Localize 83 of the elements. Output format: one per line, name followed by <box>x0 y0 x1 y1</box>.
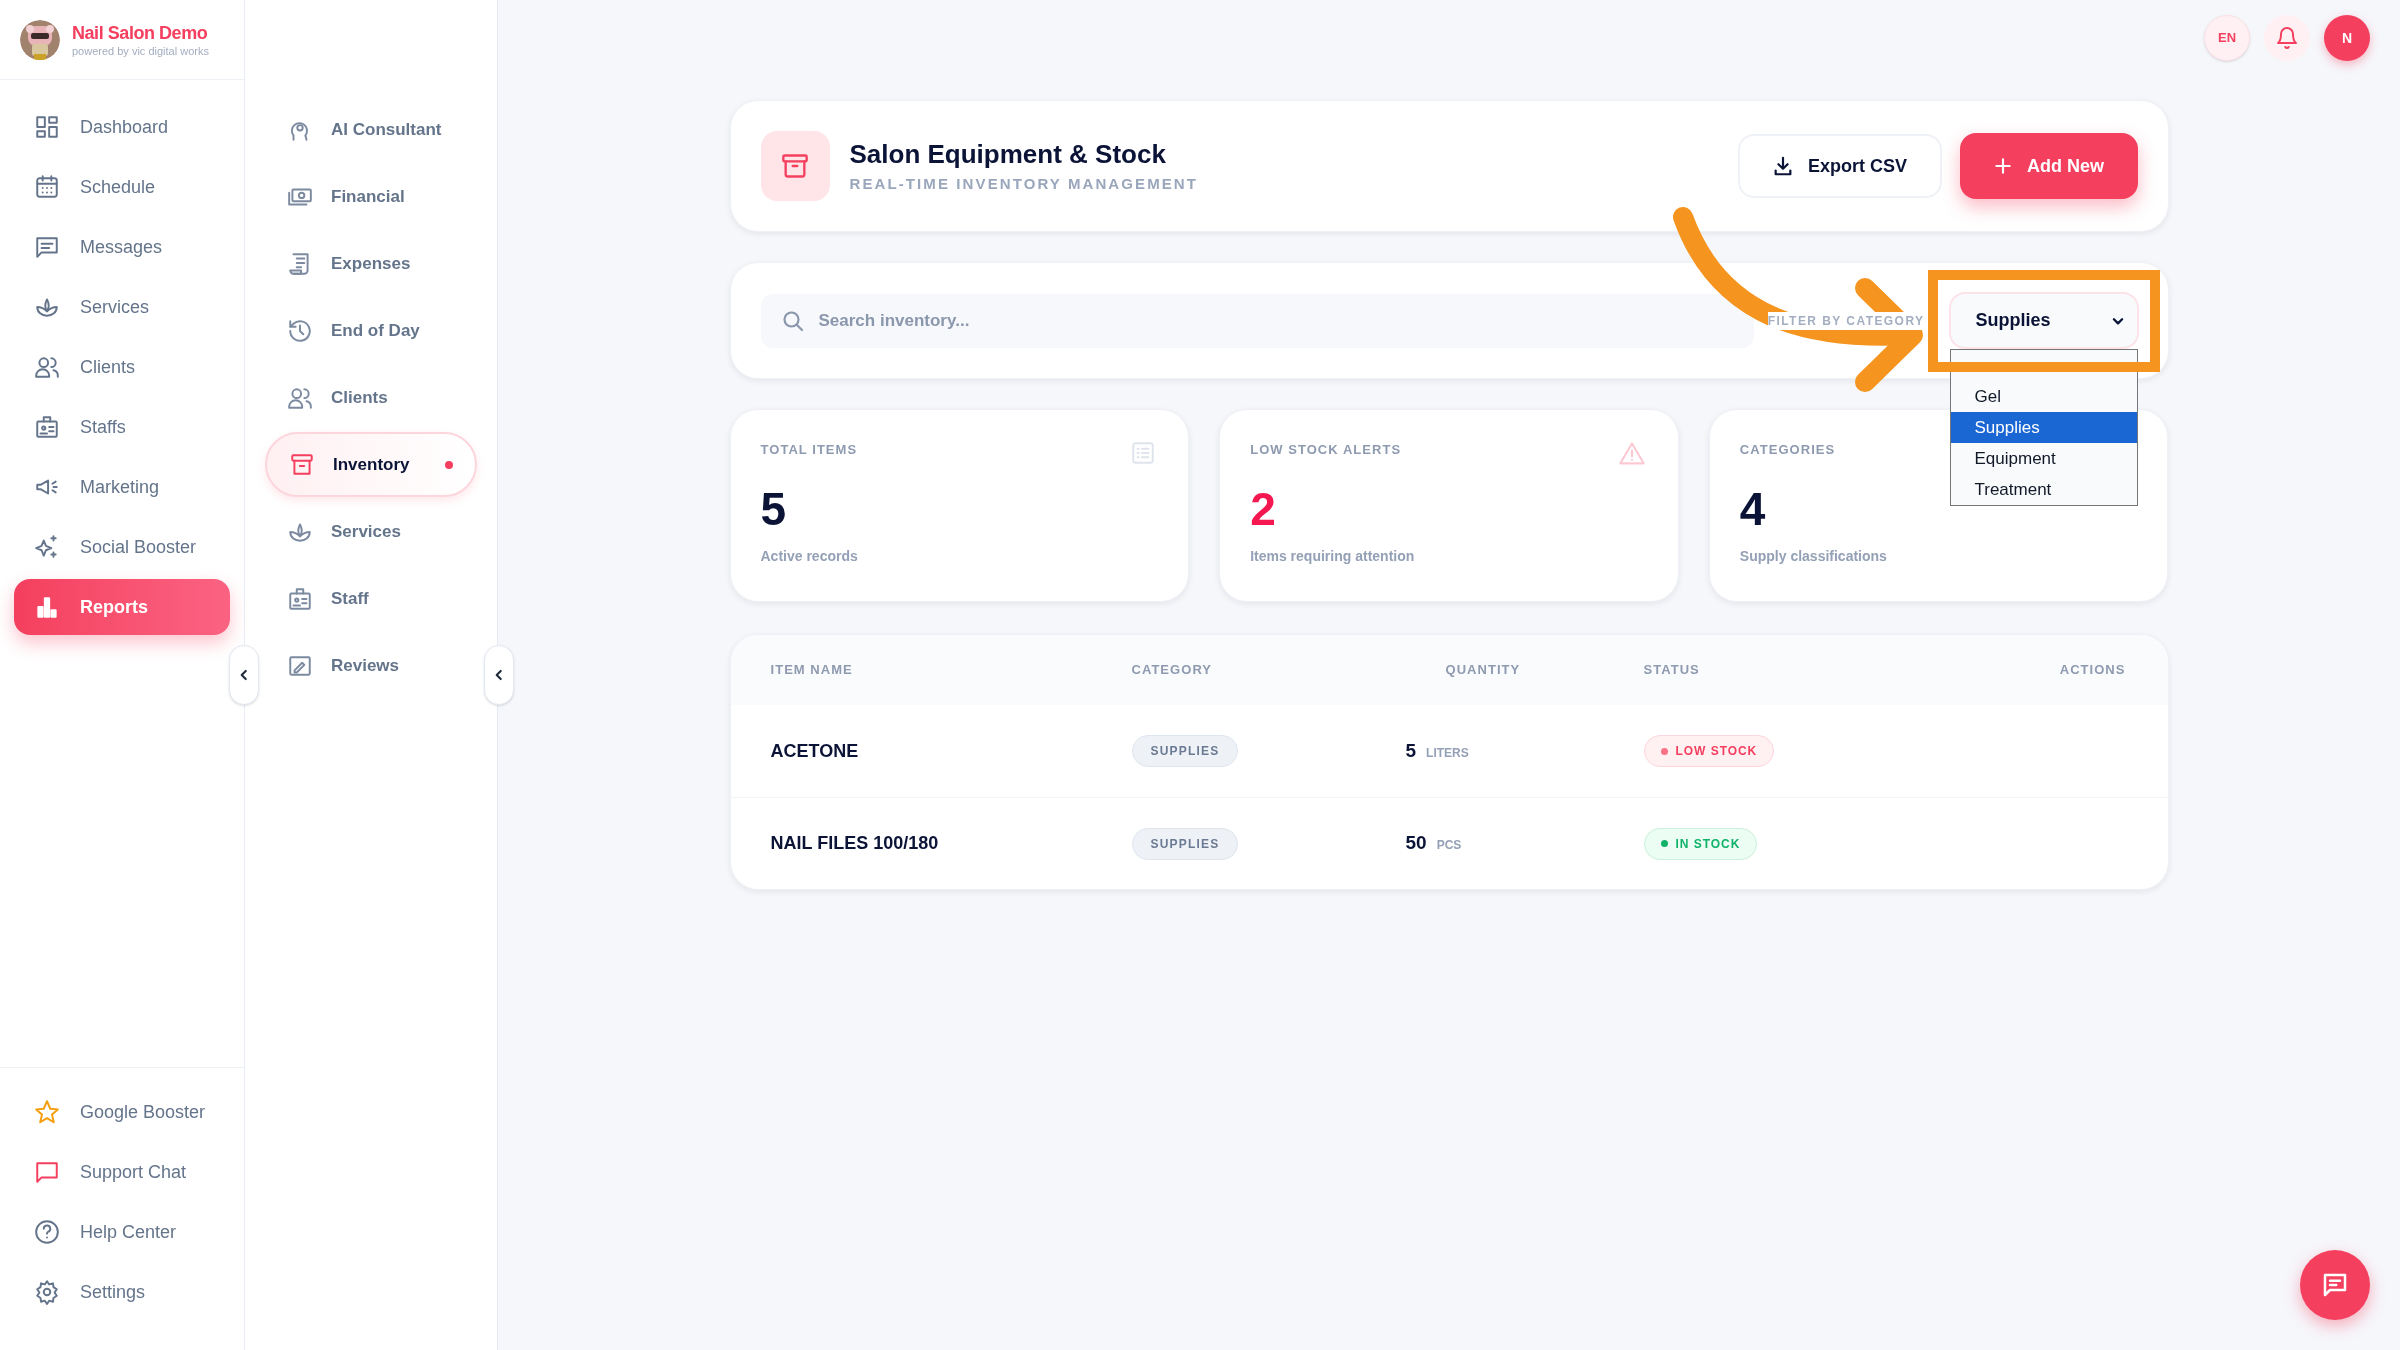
category-select[interactable]: Supplies <box>1948 292 2139 349</box>
page-title: Salon Equipment & Stock <box>849 139 1167 169</box>
calendar-icon <box>34 174 60 200</box>
filter-label: FILTER BY CATEGORY <box>1767 311 1925 330</box>
settings-icon <box>34 1279 60 1305</box>
nav-item[interactable]: Services <box>14 277 230 337</box>
subnav-item[interactable]: Reviews <box>265 632 477 699</box>
column-header: ITEM NAME <box>770 661 854 680</box>
avatar-button[interactable]: N <box>2324 15 2370 61</box>
id-badge-icon <box>287 585 313 612</box>
column-header: ACTIONS <box>2059 661 2126 680</box>
item-name: ACETONE <box>770 739 860 763</box>
unit-label: LITERS <box>1426 744 1469 762</box>
status-badge: LOW STOCK <box>1643 735 1775 767</box>
quantity-value: 50 <box>1405 831 1427 856</box>
stat-label: CATEGORIES <box>1739 442 1836 458</box>
sparkles-icon <box>34 534 60 560</box>
subnav-item[interactable]: Clients <box>265 364 477 431</box>
dropdown-option[interactable]: Treatment <box>1950 474 2137 505</box>
nav-item[interactable]: Dashboard <box>14 97 230 157</box>
plus-icon <box>1993 156 2013 176</box>
subnav-item[interactable]: Services <box>265 498 477 565</box>
subnav-item[interactable]: Financial <box>265 163 477 230</box>
stat-caption: Supply classifications <box>1739 547 1887 566</box>
dropdown-option[interactable]: Gel <box>1950 381 2137 412</box>
stat-value: 4 <box>1739 484 1766 534</box>
notification-button[interactable] <box>2264 15 2310 61</box>
stat-caption: Items requiring attention <box>1250 547 1415 566</box>
column-header: STATUS <box>1643 661 1701 680</box>
nav-item[interactable]: Clients <box>14 337 230 397</box>
list-icon <box>1130 440 1157 466</box>
history-icon <box>287 317 313 344</box>
status-badge: IN STOCK <box>1643 827 1758 860</box>
stat-label: LOW STOCK ALERTS <box>1250 442 1402 458</box>
nav-item[interactable]: Marketing <box>14 457 230 517</box>
column-header: CATEGORY <box>1131 661 1214 680</box>
grid-icon <box>34 114 60 140</box>
page-subtitle: REAL-TIME INVENTORY MANAGEMENT <box>849 175 1199 193</box>
stat-value: 2 <box>1250 484 1276 534</box>
star-icon <box>34 1099 60 1125</box>
stat-caption: Active records <box>760 547 858 566</box>
search-field[interactable]: Search inventory... <box>760 293 1754 348</box>
nav-item[interactable]: Google Booster <box>14 1082 230 1142</box>
stat-value: 5 <box>760 484 787 534</box>
chat-button[interactable] <box>2300 1250 2370 1320</box>
nav-item[interactable]: Social Booster <box>14 517 230 577</box>
subnav-item[interactable]: Staff <box>265 565 477 632</box>
archive-icon <box>781 152 809 180</box>
id-badge-icon <box>34 414 60 440</box>
nav-item[interactable]: Reports <box>14 579 230 635</box>
users-icon <box>34 354 60 380</box>
app-subtitle: powered by vic digital works <box>72 43 209 58</box>
add-new-button[interactable]: Add New <box>1959 133 2138 199</box>
bar-chart-icon <box>34 594 60 620</box>
subnav-item[interactable]: AI Consultant <box>265 96 477 163</box>
chat-icon <box>34 1159 60 1185</box>
stat-label: TOTAL ITEMS <box>760 442 858 458</box>
unit-label: PCS <box>1436 837 1462 855</box>
subnav-item[interactable]: Expenses <box>265 230 477 297</box>
nav-item[interactable]: Support Chat <box>14 1142 230 1202</box>
nav-item[interactable]: Schedule <box>14 157 230 217</box>
download-icon <box>1772 155 1794 177</box>
language-button[interactable]: EN <box>2204 15 2250 61</box>
subnav-item[interactable]: End of Day <box>265 297 477 364</box>
dropdown-option[interactable]: Equipment <box>1950 443 2137 474</box>
nav-item[interactable]: Help Center <box>14 1202 230 1262</box>
nav-item[interactable]: Settings <box>14 1262 230 1322</box>
nav-item[interactable]: Messages <box>14 217 230 277</box>
item-name: NAIL FILES 100/180 <box>770 832 940 855</box>
dropdown-option[interactable]: Supplies <box>1950 412 2137 443</box>
bell-icon <box>2275 26 2299 50</box>
quantity-value: 5 <box>1405 738 1417 763</box>
subnav-item[interactable]: Inventory <box>265 432 477 497</box>
app-title: Nail Salon Demo <box>72 21 209 44</box>
export-csv-button[interactable]: Export CSV <box>1737 134 1942 198</box>
message-icon <box>34 234 60 260</box>
category-tag: SUPPLIES <box>1131 735 1239 767</box>
search-icon <box>780 308 805 333</box>
nav-item[interactable]: Staffs <box>14 397 230 457</box>
column-header: QUANTITY <box>1444 661 1522 680</box>
category-tag: SUPPLIES <box>1131 827 1239 860</box>
help-icon <box>34 1219 60 1245</box>
archive-icon <box>289 451 315 478</box>
